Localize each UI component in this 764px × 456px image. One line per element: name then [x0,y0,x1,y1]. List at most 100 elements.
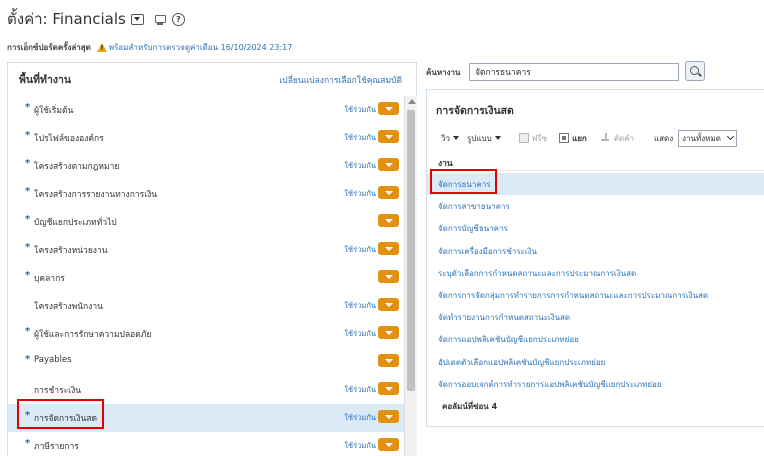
required-asterisk-icon: * [25,326,31,337]
task-link[interactable]: อัปเดตตัวเลือกแอปพลิเคชันบัญชีแยกประเภทย… [438,356,605,369]
search-icon[interactable] [685,61,705,81]
task-row[interactable]: จัดการสาขาธนาคาร [427,195,764,217]
row-menu-chevron-icon[interactable] [378,102,399,115]
work-area-row[interactable]: * ผู้ใช้เริ่มต้น ใช้ร่วมกัน [8,96,404,124]
required-asterisk-icon: * [25,102,31,113]
row-menu-chevron-icon[interactable] [378,158,399,171]
wrap-button[interactable]: ตัดคำ [600,132,634,145]
task-link[interactable]: ระบุตัวเลือกการกำหนดสถานะและการประมาณการ… [438,267,636,280]
work-area-label[interactable]: โครงสร้างตามกฎหมาย [34,159,119,173]
work-area-label[interactable]: โปรไฟล์ขององค์กร [34,131,104,145]
task-row[interactable]: จัดการการจัดกลุ่มการทำรายการการกำหนดสถาน… [427,284,764,306]
work-area-label[interactable]: ผู้ใช้เริ่มต้น [34,103,73,117]
chevron-down-icon[interactable] [130,13,144,25]
row-menu-chevron-icon[interactable] [378,242,399,255]
row-menu-chevron-icon[interactable] [378,382,399,395]
freeze-button[interactable]: ฟรีซ [518,132,548,145]
show-filter-select[interactable]: งานทั้งหมด [678,129,738,147]
detach-icon [559,133,570,143]
row-menu-chevron-icon[interactable] [378,326,399,339]
task-row[interactable]: จัดการเครื่องมือการชำระเงิน [427,240,764,262]
work-area-row[interactable]: * บัญชีแยกประเภททั่วไป [8,208,404,236]
freeze-label: ฟรีซ [531,133,548,143]
work-area-label[interactable]: การจัดการเงินสด [34,411,97,425]
monitor-icon[interactable] [154,13,166,25]
row-menu-chevron-icon[interactable] [378,270,399,283]
row-menu-chevron-icon[interactable] [378,298,399,311]
work-area-row[interactable]: โครงสร้างพนักงาน ใช้ร่วมกัน [8,292,404,320]
row-menu-chevron-icon[interactable] [378,214,399,227]
task-row[interactable]: ระบุตัวเลือกการกำหนดสถานะและการประมาณการ… [427,262,764,284]
work-area-row[interactable]: * โปรไฟล์ขององค์กร ใช้ร่วมกัน [8,124,404,152]
view-menu[interactable]: วิว [441,132,459,145]
work-area-row[interactable]: * Payables [8,348,404,376]
task-link[interactable]: จัดการแอปพลิเคชันบัญชีแยกประเภทย่อย [438,333,579,346]
required-asterisk-icon: * [25,410,31,421]
required-asterisk-icon: * [25,158,31,169]
work-area-row[interactable]: * การจัดการเงินสด ใช้ร่วมกัน [8,404,404,432]
work-area-label[interactable]: บุคลากร [34,271,65,285]
task-link[interactable]: จัดการธนาคาร [438,178,491,191]
in-use-link[interactable]: ใช้ร่วมกัน [344,412,376,424]
row-menu-chevron-icon[interactable] [378,438,399,451]
required-asterisk-icon: * [25,214,31,225]
in-use-link[interactable]: ใช้ร่วมกัน [344,384,376,396]
in-use-link[interactable]: ใช้ร่วมกัน [344,328,376,340]
in-use-link[interactable]: ใช้ร่วมกัน [344,440,376,452]
work-area-row[interactable]: * โครงสร้างตามกฎหมาย ใช้ร่วมกัน [8,152,404,180]
task-link[interactable]: จัดการสาขาธนาคาร [438,200,510,213]
work-area-scrollbar[interactable] [404,96,417,456]
scroll-up-icon[interactable] [408,99,416,104]
task-row[interactable]: จัดการแอปพลิเคชันบัญชีแยกประเภทย่อย [427,328,764,350]
task-row[interactable]: จัดทำรายงานการกำหนดสถานะเงินสด [427,306,764,328]
help-icon[interactable]: ? [171,12,185,26]
task-link[interactable]: จัดการเครื่องมือการชำระเงิน [438,245,537,258]
row-menu-chevron-icon[interactable] [378,410,399,423]
work-area-label[interactable]: ภาษีรายการ [34,439,79,453]
format-menu[interactable]: รูปแบบ [467,132,501,145]
export-status-link[interactable]: พร้อมสำหรับการตรวจดูค่าเดือน 16/10/2024 … [109,41,292,54]
scrollbar-thumb[interactable] [407,110,415,391]
in-use-link[interactable]: ใช้ร่วมกัน [344,188,376,200]
task-row[interactable]: จัดการธนาคาร [427,173,764,195]
task-row[interactable]: จัดการออบเจกต์การทำรายการแอปพลิเคชันบัญช… [427,373,764,395]
required-asterisk-icon: * [25,270,31,281]
required-asterisk-icon: * [25,186,31,197]
work-area-label[interactable]: ผู้ใช้และการรักษาความปลอดภัย [34,327,151,341]
in-use-link[interactable]: ใช้ร่วมกัน [344,104,376,116]
task-column-header[interactable]: งาน [427,153,764,171]
work-area-label[interactable]: โครงสร้างหน่วยงาน [34,243,108,257]
work-area-row[interactable]: * ผู้ใช้และการรักษาความปลอดภัย ใช้ร่วมกัน [8,320,404,348]
work-area-row[interactable]: * บุคลากร [8,264,404,292]
work-area-row[interactable]: * โครงสร้างหน่วยงาน ใช้ร่วมกัน [8,236,404,264]
work-area-label[interactable]: Payables [34,355,72,365]
task-row[interactable]: จัดการบัญชีธนาคาร [427,217,764,239]
task-search-input[interactable] [469,63,679,81]
chevron-down-icon [727,132,735,141]
work-area-label[interactable]: โครงสร้างการรายงานทางการเงิน [34,187,157,201]
task-column-label: งาน [438,159,453,169]
work-area-panel: พื้นที่ทำงาน เปลี่ยนแปลงการเลือกใช้คุณสม… [7,62,417,456]
row-menu-chevron-icon[interactable] [378,130,399,143]
last-export-label: การเอ็กซ์ปอร์ตครั้งล่าสุด [7,43,91,52]
row-menu-chevron-icon[interactable] [378,186,399,199]
in-use-link[interactable]: ใช้ร่วมกัน [344,160,376,172]
work-area-row[interactable]: การชำระเงิน ใช้ร่วมกัน [8,376,404,404]
work-area-label[interactable]: บัญชีแยกประเภททั่วไป [34,215,117,229]
row-menu-chevron-icon[interactable] [378,354,399,367]
work-area-label[interactable]: การชำระเงิน [34,383,81,397]
task-link[interactable]: จัดการการจัดกลุ่มการทำรายการการกำหนดสถาน… [438,289,708,302]
in-use-link[interactable]: ใช้ร่วมกัน [344,132,376,144]
task-link[interactable]: จัดการออบเจกต์การทำรายการแอปพลิเคชันบัญช… [438,378,662,391]
in-use-link[interactable]: ใช้ร่วมกัน [344,300,376,312]
change-feature-opt-in-link[interactable]: เปลี่ยนแปลงการเลือกใช้คุณสมบัติ [279,73,402,87]
in-use-link[interactable]: ใช้ร่วมกัน [344,244,376,256]
work-area-row[interactable]: * โครงสร้างการรายงานทางการเงิน ใช้ร่วมกัน [8,180,404,208]
task-row[interactable]: อัปเดตตัวเลือกแอปพลิเคชันบัญชีแยกประเภทย… [427,351,764,373]
detach-button[interactable]: แยก [559,132,587,145]
detach-label: แยก [572,133,587,143]
task-link[interactable]: จัดทำรายงานการกำหนดสถานะเงินสด [438,311,570,324]
work-area-row[interactable]: * ภาษีรายการ ใช้ร่วมกัน [8,432,404,456]
work-area-label[interactable]: โครงสร้างพนักงาน [34,299,103,313]
task-link[interactable]: จัดการบัญชีธนาคาร [438,222,508,235]
